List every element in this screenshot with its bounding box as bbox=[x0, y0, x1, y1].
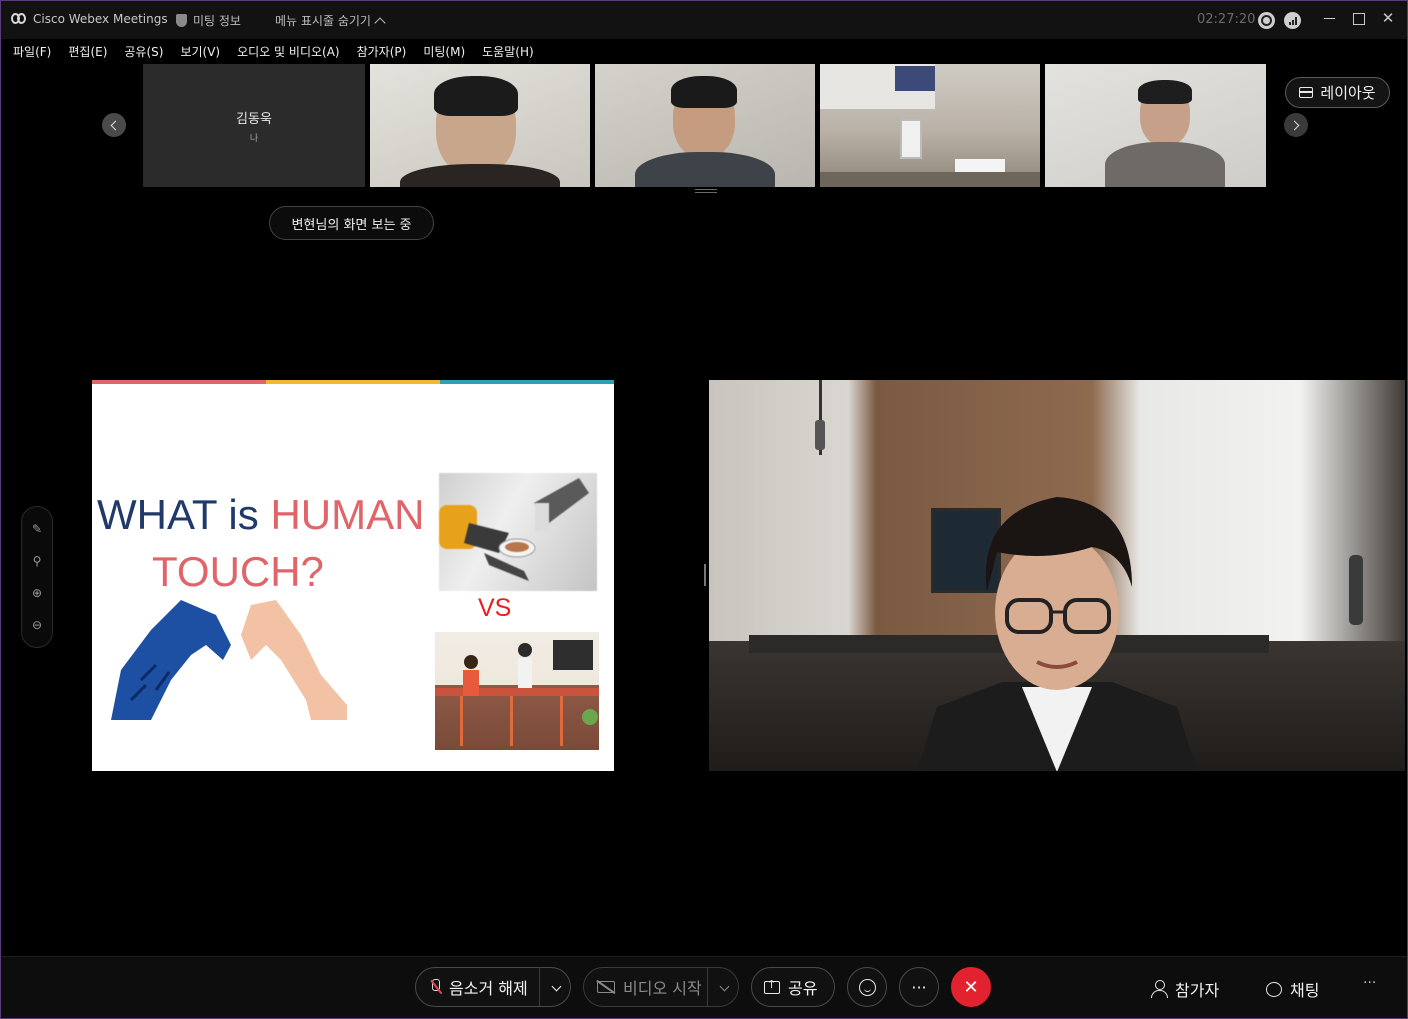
unmute-label: 음소거 해제 bbox=[449, 979, 528, 998]
chevron-down-icon[interactable] bbox=[719, 981, 730, 992]
chevron-right-icon bbox=[1289, 120, 1300, 130]
chat-bubble-icon bbox=[1266, 981, 1282, 997]
slide-title-part1: WHAT is bbox=[97, 491, 271, 538]
slide-accent-bar bbox=[440, 380, 614, 384]
chat-label: 채팅 bbox=[1290, 981, 1320, 1000]
slide-title-line2: TOUCH? bbox=[152, 548, 324, 595]
zoom-out-icon[interactable]: ⊖ bbox=[29, 617, 45, 633]
more-icon: ··· bbox=[911, 977, 927, 997]
reactions-button[interactable] bbox=[847, 967, 887, 1007]
participants-icon bbox=[1151, 980, 1168, 998]
panel-overflow-button[interactable]: ··· bbox=[1363, 975, 1376, 991]
menu-meeting[interactable]: 미팅(M) bbox=[423, 43, 465, 60]
share-screen-icon bbox=[764, 978, 780, 994]
chevron-down-icon[interactable] bbox=[551, 981, 562, 992]
connection-stats-icon[interactable] bbox=[1284, 12, 1301, 29]
viewing-share-label: 변현님의 화면 보는 중 bbox=[291, 217, 412, 233]
chat-button[interactable]: 채팅 bbox=[1266, 977, 1319, 1001]
meeting-control-bar: 음소거 해제 비디오 시작 공유 ··· ✕ 참가자 채팅 bbox=[1, 956, 1407, 1018]
slide-vs-label: VS bbox=[478, 594, 512, 622]
layout-icon bbox=[1299, 87, 1314, 98]
menu-view[interactable]: 보기(V) bbox=[180, 43, 220, 60]
strip-resize-handle[interactable] bbox=[695, 188, 717, 194]
active-speaker-video[interactable] bbox=[709, 380, 1405, 771]
participant-video-tile[interactable] bbox=[595, 64, 815, 187]
app-name: Cisco Webex Meetings bbox=[33, 12, 168, 26]
start-video-label: 비디오 시작 bbox=[623, 979, 702, 998]
menu-help[interactable]: 도움말(H) bbox=[482, 43, 534, 60]
meeting-info-label: 미팅 정보 bbox=[193, 14, 241, 28]
robot-human-heart-hands-image bbox=[111, 590, 347, 720]
minimize-button[interactable] bbox=[1319, 9, 1341, 29]
meeting-info-button[interactable]: 미팅 정보 bbox=[176, 12, 241, 29]
menu-edit[interactable]: 편집(E) bbox=[68, 43, 107, 60]
remote-control-icon[interactable]: ⚲ bbox=[29, 553, 45, 569]
speaker-person bbox=[907, 492, 1207, 771]
menu-file[interactable]: 파일(F) bbox=[13, 43, 51, 60]
viewing-share-indicator[interactable]: 변현님의 화면 보는 중 bbox=[269, 206, 434, 240]
menu-share[interactable]: 공유(S) bbox=[124, 43, 163, 60]
slide-accent-bar bbox=[266, 380, 440, 384]
menu-audio-video[interactable]: 오디오 및 비디오(A) bbox=[237, 43, 339, 60]
meeting-clock: 02:27:20 bbox=[1197, 12, 1256, 27]
menu-bar: 파일(F) 편집(E) 공유(S) 보기(V) 오디오 및 비디오(A) 참가자… bbox=[1, 39, 1407, 63]
robot-barista-image bbox=[439, 473, 597, 591]
title-bar: Cisco Webex Meetings 미팅 정보 메뉴 표시줄 숨기기 02… bbox=[1, 1, 1407, 39]
reaction-smile-icon bbox=[858, 978, 876, 996]
muted-microphone-icon bbox=[429, 979, 441, 995]
maximize-button[interactable] bbox=[1348, 9, 1370, 29]
webex-window: Cisco Webex Meetings 미팅 정보 메뉴 표시줄 숨기기 02… bbox=[0, 0, 1408, 1019]
strip-prev-button[interactable] bbox=[102, 113, 126, 137]
layout-label: 레이아웃 bbox=[1320, 84, 1376, 102]
overflow-icon: ··· bbox=[1363, 975, 1377, 991]
leave-meeting-button[interactable]: ✕ bbox=[951, 967, 991, 1007]
start-video-button[interactable]: 비디오 시작 bbox=[583, 967, 739, 1007]
self-label: 나 bbox=[249, 133, 259, 144]
slide-accent-bar bbox=[92, 380, 266, 384]
zoom-in-icon[interactable]: ⊕ bbox=[29, 585, 45, 601]
self-video-tile[interactable]: 김동욱 나 bbox=[143, 64, 365, 187]
participant-video-tile[interactable] bbox=[370, 64, 590, 187]
chevron-up-icon bbox=[374, 16, 386, 29]
layout-button[interactable]: 레이아웃 bbox=[1285, 77, 1390, 108]
webex-logo-icon bbox=[11, 13, 27, 25]
share-label: 공유 bbox=[788, 979, 818, 998]
participants-button[interactable]: 참가자 bbox=[1151, 977, 1219, 1001]
slide-title-part2: HUMAN bbox=[270, 491, 425, 538]
more-options-button[interactable]: ··· bbox=[899, 967, 939, 1007]
close-icon: ✕ bbox=[963, 976, 979, 998]
share-button[interactable]: 공유 bbox=[751, 967, 835, 1007]
split-resize-handle[interactable] bbox=[704, 564, 706, 586]
unmute-button[interactable]: 음소거 해제 bbox=[415, 967, 571, 1007]
participant-video-tile[interactable] bbox=[1045, 64, 1266, 187]
shared-screen-slide: WHAT is HUMAN TOUCH? VS bbox=[92, 380, 614, 771]
hide-menu-label: 메뉴 표시줄 숨기기 bbox=[275, 14, 371, 28]
app-logo: Cisco Webex Meetings bbox=[11, 12, 168, 26]
menu-participants[interactable]: 참가자(P) bbox=[357, 43, 407, 60]
cafe-barista-image bbox=[435, 632, 599, 750]
participant-video-tile[interactable] bbox=[820, 64, 1040, 187]
hide-menu-bar-button[interactable]: 메뉴 표시줄 숨기기 bbox=[275, 12, 386, 29]
self-name: 김동욱 bbox=[236, 111, 272, 127]
video-off-icon bbox=[597, 981, 615, 993]
record-icon[interactable] bbox=[1258, 12, 1275, 29]
close-window-button[interactable]: ✕ bbox=[1377, 9, 1399, 29]
annotate-icon[interactable]: ✎ bbox=[29, 521, 45, 537]
participants-label: 참가자 bbox=[1175, 981, 1220, 1000]
strip-next-button[interactable] bbox=[1284, 113, 1308, 137]
chevron-left-icon bbox=[110, 120, 121, 130]
shield-icon bbox=[176, 14, 187, 27]
annotation-toolbar: ✎ ⚲ ⊕ ⊖ bbox=[21, 506, 53, 648]
slide-title: WHAT is HUMAN bbox=[97, 491, 424, 539]
